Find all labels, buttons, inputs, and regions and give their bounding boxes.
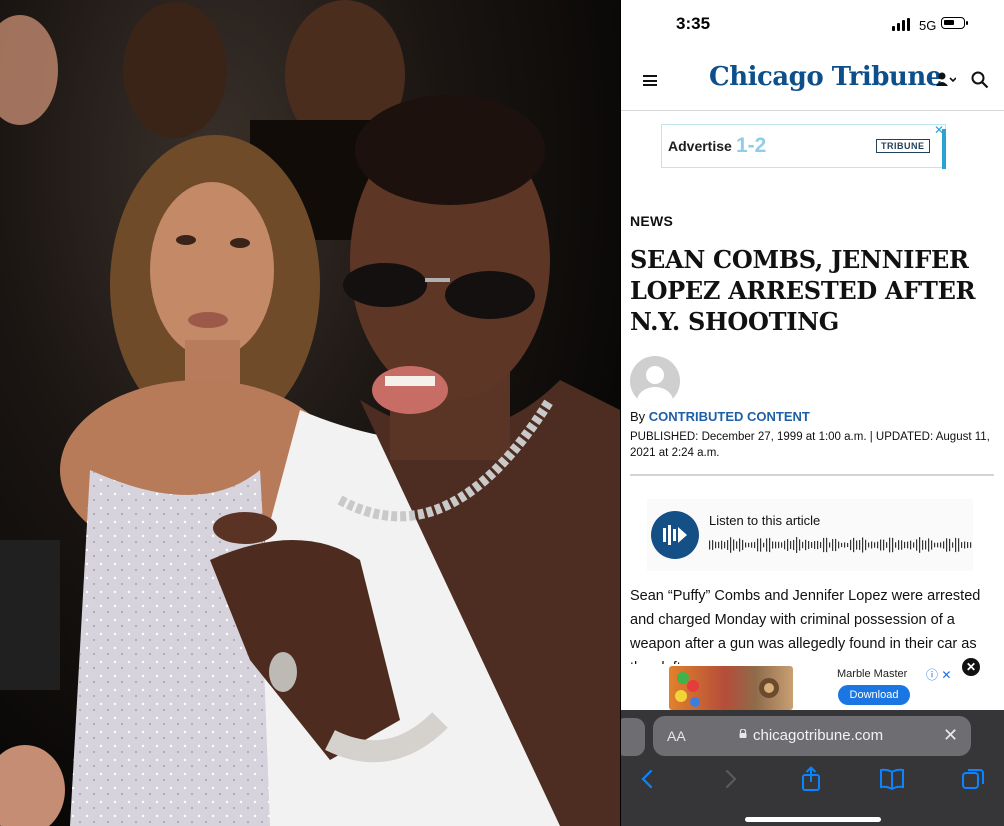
share-icon[interactable] xyxy=(798,766,824,792)
signal-icon xyxy=(892,18,914,31)
search-icon[interactable] xyxy=(971,71,989,89)
reader-options-button[interactable]: AA xyxy=(667,728,686,744)
menu-icon[interactable] xyxy=(643,75,657,86)
section-label[interactable]: NEWS xyxy=(630,213,673,229)
status-time: 3:35 xyxy=(676,14,711,33)
home-indicator xyxy=(745,817,881,822)
site-header: Chicago Tribune xyxy=(621,52,1004,111)
ad-accent-strip xyxy=(942,129,946,169)
play-audio-button[interactable] xyxy=(651,511,699,559)
address-bar[interactable]: AA chicagotribune.com ✕ xyxy=(653,716,971,756)
ad-number: 1-2 xyxy=(736,134,767,157)
article-photo xyxy=(0,0,620,826)
ad-brand: TRIBUNE xyxy=(876,139,930,153)
close-ad-icon[interactable]: ✕ xyxy=(962,658,980,676)
back-icon[interactable] xyxy=(635,766,661,792)
ad-text: Advertise xyxy=(668,138,732,154)
url-domain: chicagotribune.com xyxy=(753,727,884,744)
bottom-ad[interactable]: Marble Master Download ⓘ ✕ ✕ xyxy=(621,658,1004,710)
publish-dates: PUBLISHED: December 27, 1999 at 1:00 a.m… xyxy=(630,431,990,459)
audio-waveform[interactable] xyxy=(709,535,973,555)
forward-icon[interactable] xyxy=(717,766,743,792)
safari-toolbar: AA chicagotribune.com ✕ xyxy=(621,710,1004,826)
battery-icon xyxy=(941,17,968,29)
game-thumbnail xyxy=(669,666,793,710)
bookmarks-icon[interactable] xyxy=(879,766,905,792)
byline-prefix: By xyxy=(630,409,646,424)
author-avatar xyxy=(630,356,680,406)
site-logo[interactable]: Chicago Tribune xyxy=(709,62,942,92)
author-link[interactable]: CONTRIBUTED CONTENT xyxy=(649,409,810,424)
user-account-icon[interactable] xyxy=(936,72,956,88)
advertisement-banner[interactable]: Advertise 1-2 TRIBUNE ✕ xyxy=(661,123,946,169)
photo-illustration xyxy=(0,0,620,826)
download-button[interactable]: Download xyxy=(838,685,910,705)
status-bar: 3:35 5G xyxy=(621,0,1004,52)
tabs-icon[interactable] xyxy=(960,766,986,792)
lock-icon xyxy=(739,729,747,738)
phone-screen: 3:35 5G Chicago Tribune Advertise 1-2 TR… xyxy=(621,0,1004,826)
network-type: 5G xyxy=(919,18,937,33)
ad-info-icon[interactable]: ⓘ ✕ xyxy=(926,666,951,683)
divider xyxy=(630,474,994,476)
previous-tab-stub[interactable] xyxy=(621,718,645,756)
audio-player: Listen to this article xyxy=(647,499,973,571)
listen-label: Listen to this article xyxy=(709,513,821,528)
clear-url-icon[interactable]: ✕ xyxy=(943,725,958,746)
byline: By CONTRIBUTED CONTENT xyxy=(630,409,810,424)
ad-game-title: Marble Master xyxy=(837,668,908,680)
audio-wave-icon xyxy=(663,525,687,545)
article-headline: SEAN COMBS, JENNIFER LOPEZ ARRESTED AFTE… xyxy=(630,245,976,336)
